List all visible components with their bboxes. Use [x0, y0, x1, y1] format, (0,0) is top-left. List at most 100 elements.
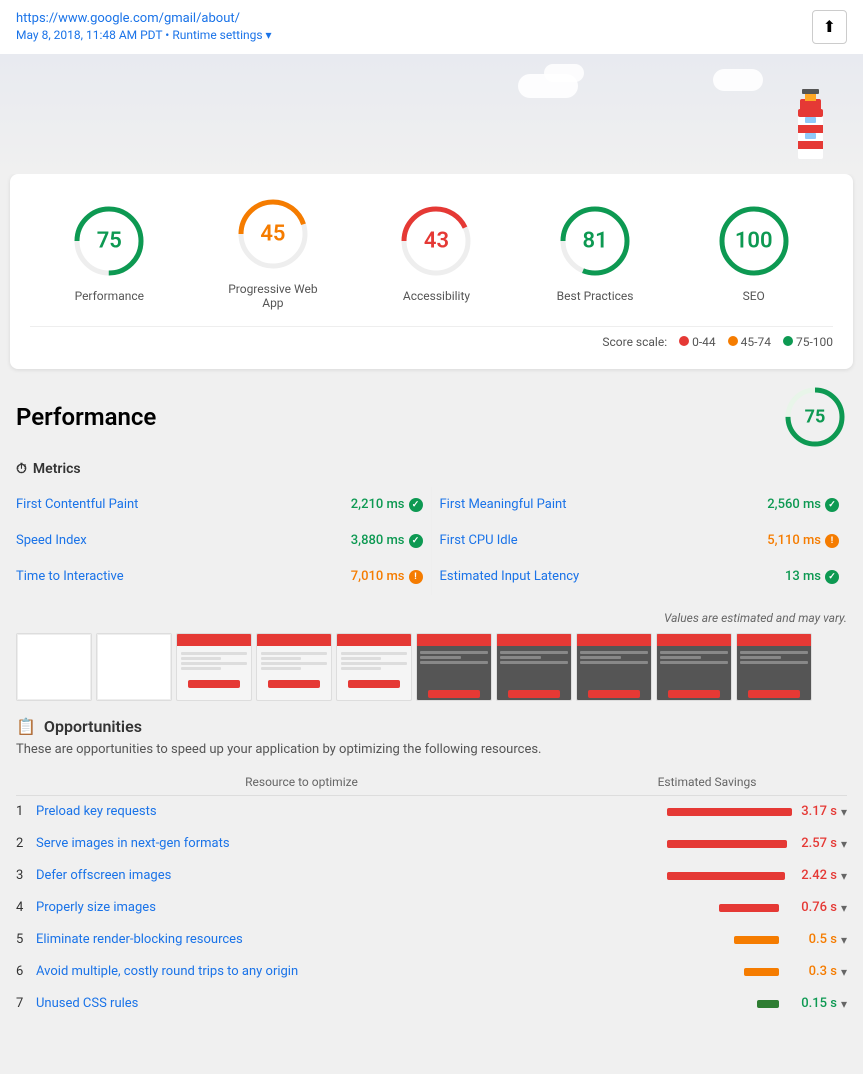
score-label-pwa: Progressive Web App — [228, 282, 318, 310]
score-number-seo: 100 — [735, 229, 773, 254]
performance-score-circle: 75 — [783, 385, 847, 449]
score-circle-best-practices: 81 — [555, 201, 635, 281]
opp-savings: 2.42 s ▾ — [793, 868, 847, 883]
opp-name: Avoid multiple, costly round trips to an… — [36, 964, 667, 979]
status-dot: ✓ — [825, 570, 839, 584]
score-item-accessibility[interactable]: 43 Accessibility — [396, 201, 476, 303]
performance-title: Performance — [16, 403, 156, 431]
scale-red: 0-44 — [679, 335, 716, 349]
lighthouse-icon — [778, 79, 843, 174]
score-circle-accessibility: 43 — [396, 201, 476, 281]
opportunities-list: 1 Preload key requests 3.17 s ▾ 2 Serve … — [16, 796, 847, 1020]
performance-section: Performance 75 — [16, 385, 847, 449]
thumbnail — [336, 633, 412, 701]
score-number-best-practices: 81 — [583, 229, 608, 254]
score-number-performance: 75 — [97, 229, 122, 254]
thumbnail — [736, 633, 812, 701]
thumbnail — [176, 633, 252, 701]
opp-bar-container: 2.57 s ▾ — [667, 836, 847, 851]
metric-row: Time to Interactive 7,010 ms ! — [16, 559, 423, 595]
score-item-pwa[interactable]: 45 Progressive Web App — [228, 194, 318, 310]
opp-bar — [667, 872, 785, 880]
scale-green: 75-100 — [783, 335, 833, 349]
metric-row: First Meaningful Paint 2,560 ms ✓ — [440, 487, 840, 523]
opportunity-row[interactable]: 2 Serve images in next-gen formats 2.57 … — [16, 828, 847, 860]
opp-savings: 0.5 s ▾ — [787, 932, 847, 947]
opp-name: Serve images in next-gen formats — [36, 836, 667, 851]
opp-savings: 3.17 s ▾ — [800, 804, 847, 819]
chevron-down-icon[interactable]: ▾ — [841, 901, 847, 915]
opp-bar-container: 0.15 s ▾ — [667, 996, 847, 1011]
score-circle-performance: 75 — [69, 201, 149, 281]
metrics-section: ⏱ Metrics First Contentful Paint 2,210 m… — [16, 461, 847, 595]
opportunity-row[interactable]: 1 Preload key requests 3.17 s ▾ — [16, 796, 847, 828]
metric-label[interactable]: First CPU Idle — [440, 533, 518, 548]
scale-label: Score scale: — [602, 335, 667, 349]
status-dot: ✓ — [825, 498, 839, 512]
opp-num: 4 — [16, 900, 36, 915]
opp-name: Properly size images — [36, 900, 667, 915]
metric-label[interactable]: First Meaningful Paint — [440, 497, 567, 512]
thumbnail — [96, 633, 172, 701]
metric-value: 2,560 ms ✓ — [767, 497, 839, 512]
opp-name: Defer offscreen images — [36, 868, 667, 883]
metric-value: 13 ms ✓ — [785, 569, 839, 584]
chevron-down-icon[interactable]: ▾ — [841, 933, 847, 947]
opportunities-section: 📋 Opportunities These are opportunities … — [16, 717, 847, 1020]
thumbnail — [496, 633, 572, 701]
metrics-col-left: First Contentful Paint 2,210 ms ✓ Speed … — [16, 487, 432, 595]
chevron-down-icon[interactable]: ▾ — [841, 805, 847, 819]
opp-bar — [734, 936, 779, 944]
opp-name: Eliminate render-blocking resources — [36, 932, 667, 947]
opp-bar-container: 0.76 s ▾ — [667, 900, 847, 915]
opportunity-row[interactable]: 3 Defer offscreen images 2.42 s ▾ — [16, 860, 847, 892]
score-number-accessibility: 43 — [424, 229, 449, 254]
metric-label[interactable]: First Contentful Paint — [16, 497, 138, 512]
metric-row: First Contentful Paint 2,210 ms ✓ — [16, 487, 423, 523]
opp-savings: 0.76 s ▾ — [787, 900, 847, 915]
metric-value: 5,110 ms ! — [767, 533, 839, 548]
score-item-performance[interactable]: 75 Performance — [69, 201, 149, 303]
metric-label[interactable]: Speed Index — [16, 533, 87, 548]
metric-value: 3,880 ms ✓ — [351, 533, 423, 548]
opportunity-row[interactable]: 7 Unused CSS rules 0.15 s ▾ — [16, 988, 847, 1020]
metrics-label: Metrics — [33, 461, 81, 477]
metric-row: Speed Index 3,880 ms ✓ — [16, 523, 423, 559]
opportunities-header: Resource to optimize Estimated Savings — [16, 769, 847, 796]
chevron-down-icon[interactable]: ▾ — [841, 869, 847, 883]
lighthouse-header — [0, 54, 863, 174]
opportunities-icon: 📋 — [16, 717, 36, 736]
opportunity-row[interactable]: 5 Eliminate render-blocking resources 0.… — [16, 924, 847, 956]
thumbnail — [256, 633, 332, 701]
clock-icon: ⏱ — [16, 461, 27, 477]
score-label-best-practices: Best Practices — [557, 289, 634, 303]
share-button[interactable]: ⬆ — [812, 10, 847, 44]
score-item-seo[interactable]: 100 SEO — [714, 201, 794, 303]
opp-num: 2 — [16, 836, 36, 851]
status-dot: ! — [825, 534, 839, 548]
opp-num: 6 — [16, 964, 36, 979]
opp-name: Preload key requests — [36, 804, 667, 819]
opp-bar — [667, 808, 792, 816]
opportunity-row[interactable]: 6 Avoid multiple, costly round trips to … — [16, 956, 847, 988]
opportunity-row[interactable]: 4 Properly size images 0.76 s ▾ — [16, 892, 847, 924]
page-url[interactable]: https://www.google.com/gmail/about/ — [16, 11, 240, 26]
status-dot: ! — [409, 570, 423, 584]
metric-label[interactable]: Estimated Input Latency — [440, 569, 580, 584]
metrics-col-right: First Meaningful Paint 2,560 ms ✓ First … — [432, 487, 848, 595]
opp-num: 5 — [16, 932, 36, 947]
opp-bar — [744, 968, 779, 976]
metrics-header: ⏱ Metrics — [16, 461, 847, 477]
opp-num: 3 — [16, 868, 36, 883]
estimated-note: Values are estimated and may vary. — [16, 611, 847, 625]
metric-row: Estimated Input Latency 13 ms ✓ — [440, 559, 840, 595]
status-dot: ✓ — [409, 534, 423, 548]
chevron-down-icon[interactable]: ▾ — [841, 965, 847, 979]
metric-label[interactable]: Time to Interactive — [16, 569, 124, 584]
opp-bar-container: 0.3 s ▾ — [667, 964, 847, 979]
chevron-down-icon[interactable]: ▾ — [841, 837, 847, 851]
score-item-best-practices[interactable]: 81 Best Practices — [555, 201, 635, 303]
chevron-down-icon[interactable]: ▾ — [841, 997, 847, 1011]
score-label-seo: SEO — [743, 289, 765, 303]
metric-value: 2,210 ms ✓ — [351, 497, 423, 512]
